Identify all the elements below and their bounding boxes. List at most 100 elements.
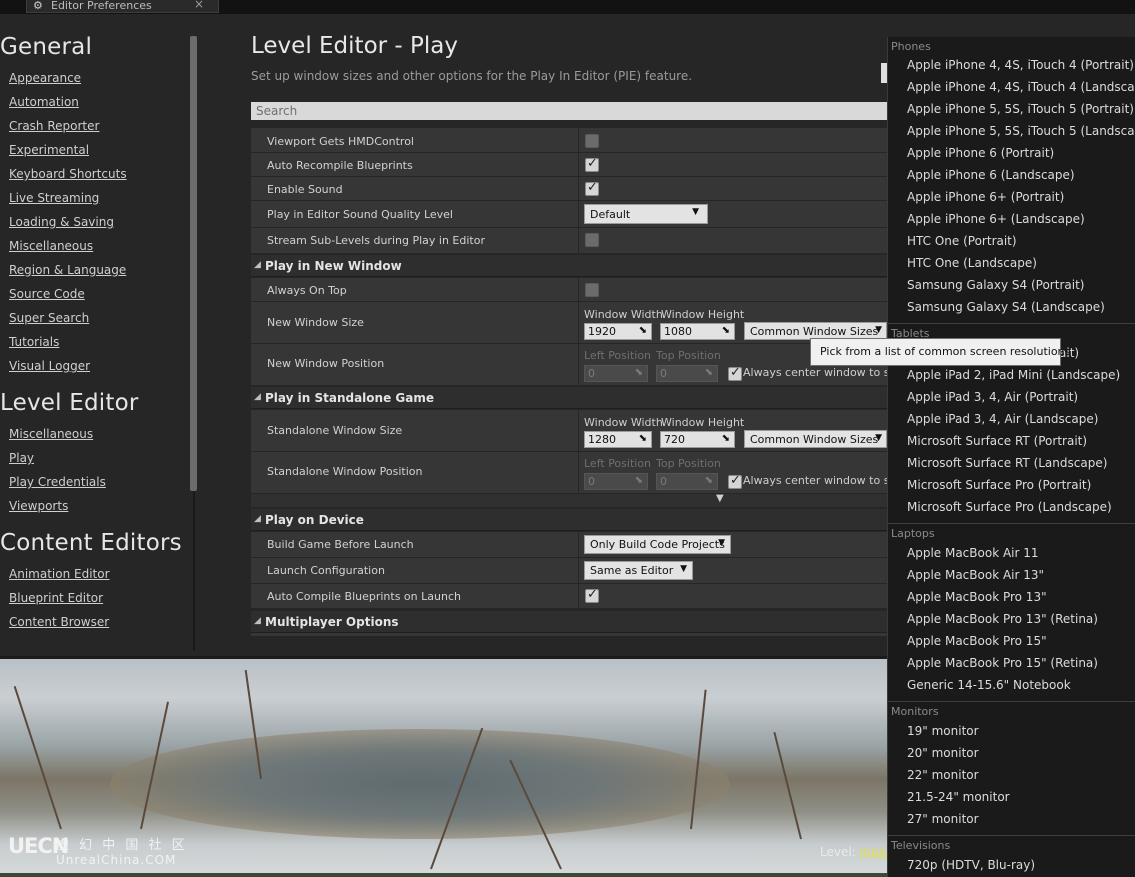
menu-item[interactable]: Apple MacBook Pro 15" [907,634,1047,648]
nav-item-loading-saving[interactable]: Loading & Saving [9,215,114,229]
menu-item[interactable]: Apple iPhone 6+ (Landscape) [907,212,1085,226]
category-play-on-device[interactable]: ◢ Play on Device [251,509,891,531]
nav-item-visual-logger[interactable]: Visual Logger [9,359,90,373]
menu-item[interactable]: Microsoft Surface Pro (Portrait) [907,478,1091,492]
menu-item[interactable]: Apple iPhone 6+ (Portrait) [907,190,1064,204]
always-on-top-checkbox[interactable] [585,283,599,297]
top-position-input[interactable]: 0 ⬊ [656,473,718,490]
stream-checkbox[interactable] [585,233,599,247]
window-height-input[interactable]: 1080 ⬊ [660,323,735,340]
menu-item[interactable]: Apple MacBook Pro 13" (Retina) [907,612,1098,626]
menu-item[interactable]: Apple MacBook Pro 13" [907,590,1047,604]
hmd-checkbox[interactable] [585,134,599,148]
top-position-input[interactable]: 0 ⬊ [656,365,718,382]
nav-scrollbar[interactable] [190,36,197,491]
standalone-common-sizes-dropdown[interactable]: Common Window Sizes ▼ [744,430,887,448]
nav-item-appearance[interactable]: Appearance [9,71,81,85]
menu-item[interactable]: Apple MacBook Air 11 [907,546,1039,560]
nav-item-level-miscellaneous[interactable]: Miscellaneous [9,427,93,441]
search-input[interactable] [251,102,891,120]
menu-item[interactable]: Samsung Galaxy S4 (Landscape) [907,300,1105,314]
nav-item-automation[interactable]: Automation [9,95,79,109]
menu-item[interactable]: Apple iPhone 5, 5S, iTouch 5 (Portrait) [907,102,1134,116]
left-position-input[interactable]: 0 ⬊ [584,473,648,490]
category-play-standalone[interactable]: ◢ Play in Standalone Game [251,387,891,409]
nav-scroll-track [193,491,195,651]
menu-item[interactable]: 21.5-24" monitor [907,790,1010,804]
advanced-expander[interactable]: ▼ [251,493,891,507]
standalone-height-input[interactable]: 720 ⬊ [660,431,735,448]
auto-compile-checkbox[interactable]: ✓ [585,587,599,603]
watermark-en: UnrealChina.COM [56,853,177,867]
menu-item[interactable]: Microsoft Surface RT (Landscape) [907,456,1107,470]
nav-item-source-code[interactable]: Source Code [9,287,85,301]
menu-item[interactable]: Microsoft Surface Pro (Landscape) [907,500,1112,514]
menu-item[interactable]: Apple iPad 3, 4, Air (Landscape) [907,412,1098,426]
nav-item-viewports[interactable]: Viewports [9,499,68,513]
sound-quality-dropdown[interactable]: Default ▼ [584,204,708,224]
menu-item[interactable]: Apple iPhone 4, 4S, iTouch 4 (Landscape) [907,80,1135,94]
menu-item[interactable]: Apple MacBook Air 13" [907,568,1044,582]
recompile-checkbox[interactable]: ✓ [585,156,599,172]
menu-item[interactable]: 20" monitor [907,746,979,760]
menu-item[interactable]: 720p (HDTV, Blu-ray) [907,858,1035,872]
resize-icon: ⬊ [638,433,647,444]
always-center-checkbox[interactable]: ✓ [728,473,742,489]
menu-item[interactable]: 22" monitor [907,768,979,782]
nav-heading-content-editors: Content Editors [0,530,182,556]
menu-item[interactable]: 27" monitor [907,812,979,826]
menu-item[interactable]: 19" monitor [907,724,979,738]
nav-item-region-language[interactable]: Region & Language [9,263,126,277]
nav-item-live-streaming[interactable]: Live Streaming [9,191,99,205]
always-center-checkbox[interactable]: ✓ [728,365,742,381]
build-game-dropdown[interactable]: Only Build Code Projects ▼ [584,535,731,554]
dropdown-label: Common Window Sizes [750,325,879,338]
check-icon: ✓ [587,156,598,171]
resize-icon: ⬊ [721,325,730,336]
launch-config-dropdown[interactable]: Same as Editor ▼ [584,561,693,580]
menu-item[interactable]: Apple iPhone 6 (Landscape) [907,168,1075,182]
menu-item[interactable]: Apple iPad 2, iPad Mini (Landscape) [907,368,1120,382]
nav-item-tutorials[interactable]: Tutorials [9,335,59,349]
category-title: Play in New Window [265,259,402,273]
row-label: Build Game Before Launch [267,538,414,551]
nav-item-experimental[interactable]: Experimental [9,143,89,157]
nav-item-play-credentials[interactable]: Play Credentials [9,475,106,489]
resize-icon: ⬊ [634,475,643,486]
nav-item-crash-reporter[interactable]: Crash Reporter [9,119,99,133]
nav-item-content-browser[interactable]: Content Browser [9,615,109,629]
menu-section-monitors: Monitors [891,705,939,718]
window-width-input[interactable]: 1920 ⬊ [584,323,652,340]
nav-item-play[interactable]: Play [9,451,34,465]
close-icon[interactable]: × [194,0,204,10]
collapse-arrow-icon: ◢ [254,514,261,524]
menu-item[interactable]: Apple iPhone 4, 4S, iTouch 4 (Portrait) [907,58,1134,72]
resize-icon: ⬊ [704,367,713,378]
menu-item[interactable]: Microsoft Surface RT (Portrait) [907,434,1087,448]
menu-item[interactable]: Samsung Galaxy S4 (Portrait) [907,278,1084,292]
row-label: New Window Size [267,316,364,329]
nav-item-animation-editor[interactable]: Animation Editor [9,567,110,581]
level-name-label: Level: map_ [820,845,892,859]
category-play-new-window[interactable]: ◢ Play in New Window [251,255,891,277]
tab-editor-preferences[interactable]: ⚙ Editor Preferences × [26,0,219,13]
menu-item[interactable]: Apple iPhone 6 (Portrait) [907,146,1054,160]
menu-item[interactable]: HTC One (Portrait) [907,234,1017,248]
menu-item[interactable]: Apple iPhone 5, 5S, iTouch 5 (Landscape) [907,124,1135,138]
value: 0 [588,475,595,488]
category-title: Play on Device [265,513,364,527]
nav-item-super-search[interactable]: Super Search [9,311,89,325]
chevron-down-icon: ▼ [875,325,882,335]
category-multiplayer[interactable]: ◢ Multiplayer Options [251,611,891,633]
nav-item-keyboard-shortcuts[interactable]: Keyboard Shortcuts [9,167,127,181]
sound-checkbox[interactable]: ✓ [585,180,599,196]
standalone-width-input[interactable]: 1280 ⬊ [584,431,652,448]
row-partial [251,633,891,637]
menu-item[interactable]: Apple MacBook Pro 15" (Retina) [907,656,1098,670]
menu-item[interactable]: Generic 14-15.6" Notebook [907,678,1071,692]
nav-item-miscellaneous[interactable]: Miscellaneous [9,239,93,253]
nav-item-blueprint-editor[interactable]: Blueprint Editor [9,591,103,605]
left-position-input[interactable]: 0 ⬊ [584,365,648,382]
menu-item[interactable]: HTC One (Landscape) [907,256,1037,270]
menu-item[interactable]: Apple iPad 3, 4, Air (Portrait) [907,390,1078,404]
